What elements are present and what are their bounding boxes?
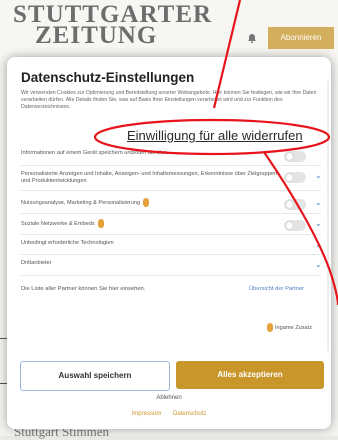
consent-toggle[interactable]: [284, 220, 306, 231]
chevron-down-icon[interactable]: ⌄: [315, 219, 322, 228]
privacy-link[interactable]: Datenschutz: [173, 411, 206, 417]
divider: [21, 213, 321, 214]
divider: [21, 254, 321, 255]
privacy-dialog: Datenschutz-Einstellungen Wir verwenden …: [7, 57, 331, 429]
bell-icon[interactable]: [246, 32, 258, 44]
revoke-all-consent-link[interactable]: Einwilligung für alle widerrufen: [127, 128, 303, 143]
partner-overview-link[interactable]: Übersicht der Partner: [249, 286, 304, 292]
accept-all-button[interactable]: Alles akzeptieren: [176, 361, 324, 389]
save-selection-button[interactable]: Auswahl speichern: [20, 361, 170, 391]
chevron-down-icon[interactable]: ⌄: [315, 198, 322, 207]
consent-toggle[interactable]: [284, 199, 306, 210]
subscribe-button[interactable]: Abonnieren: [268, 27, 334, 49]
consent-row-label: Unbedingt erforderliche Technologien: [21, 240, 114, 246]
consent-row-label: Soziale Netzwerke & Embeds: [21, 219, 279, 228]
chevron-down-icon[interactable]: ⌄: [315, 240, 322, 249]
divider: [21, 165, 321, 166]
premium-icon: [267, 323, 273, 332]
site-logo[interactable]: STUTTGARTER ZEITUNG: [13, 2, 212, 49]
chevron-down-icon[interactable]: ⌄: [315, 171, 322, 180]
consent-row-label: Nutzungsanalyse, Marketing & Personalisi…: [21, 198, 279, 207]
consent-row-label: Informationen auf einem Gerät speichern …: [21, 150, 167, 156]
site-header: STUTTGARTER ZEITUNG Abonnieren: [0, 0, 338, 62]
dialog-intro: Wir verwenden Cookies zur Optimierung un…: [21, 90, 317, 110]
consent-row-social: Soziale Netzwerke & Embeds ⌄: [21, 219, 322, 235]
logo-line-2: ZEITUNG: [35, 22, 158, 49]
consent-row-storage: Informationen auf einem Gerät speichern …: [21, 150, 321, 166]
imprint-link[interactable]: Impressum: [132, 411, 162, 417]
legal-links: Impressum Datenschutz: [7, 411, 331, 417]
premium-icon: [97, 219, 104, 228]
premium-icon: [143, 198, 150, 207]
consent-row-personalized-ads: Personalisierte Anzeigen und Inhalte, An…: [21, 171, 322, 187]
consent-row-analytics: Nutzungsanalyse, Marketing & Personalisi…: [21, 198, 322, 214]
consent-row-label: Personalisierte Anzeigen und Inhalte, An…: [21, 171, 277, 184]
scrollbar[interactable]: [327, 81, 329, 351]
dialog-title: Datenschutz-Einstellungen: [21, 70, 195, 85]
partner-list-note: Die Liste aller Partner können Sie hier …: [21, 286, 146, 292]
chevron-down-icon[interactable]: ⌄: [315, 260, 322, 269]
consent-row-third-party: Drittanbieter ⌄: [21, 260, 322, 276]
consent-toggle[interactable]: [284, 151, 306, 162]
premium-legend: Ingame Zusatz: [267, 323, 312, 332]
consent-toggle[interactable]: [284, 172, 306, 183]
divider: [21, 275, 321, 276]
consent-row-label: Drittanbieter: [21, 260, 52, 266]
divider: [21, 234, 321, 235]
reject-link[interactable]: Ablehnen: [7, 395, 331, 401]
divider: [21, 190, 321, 191]
legend-label: Ingame Zusatz: [275, 324, 312, 331]
